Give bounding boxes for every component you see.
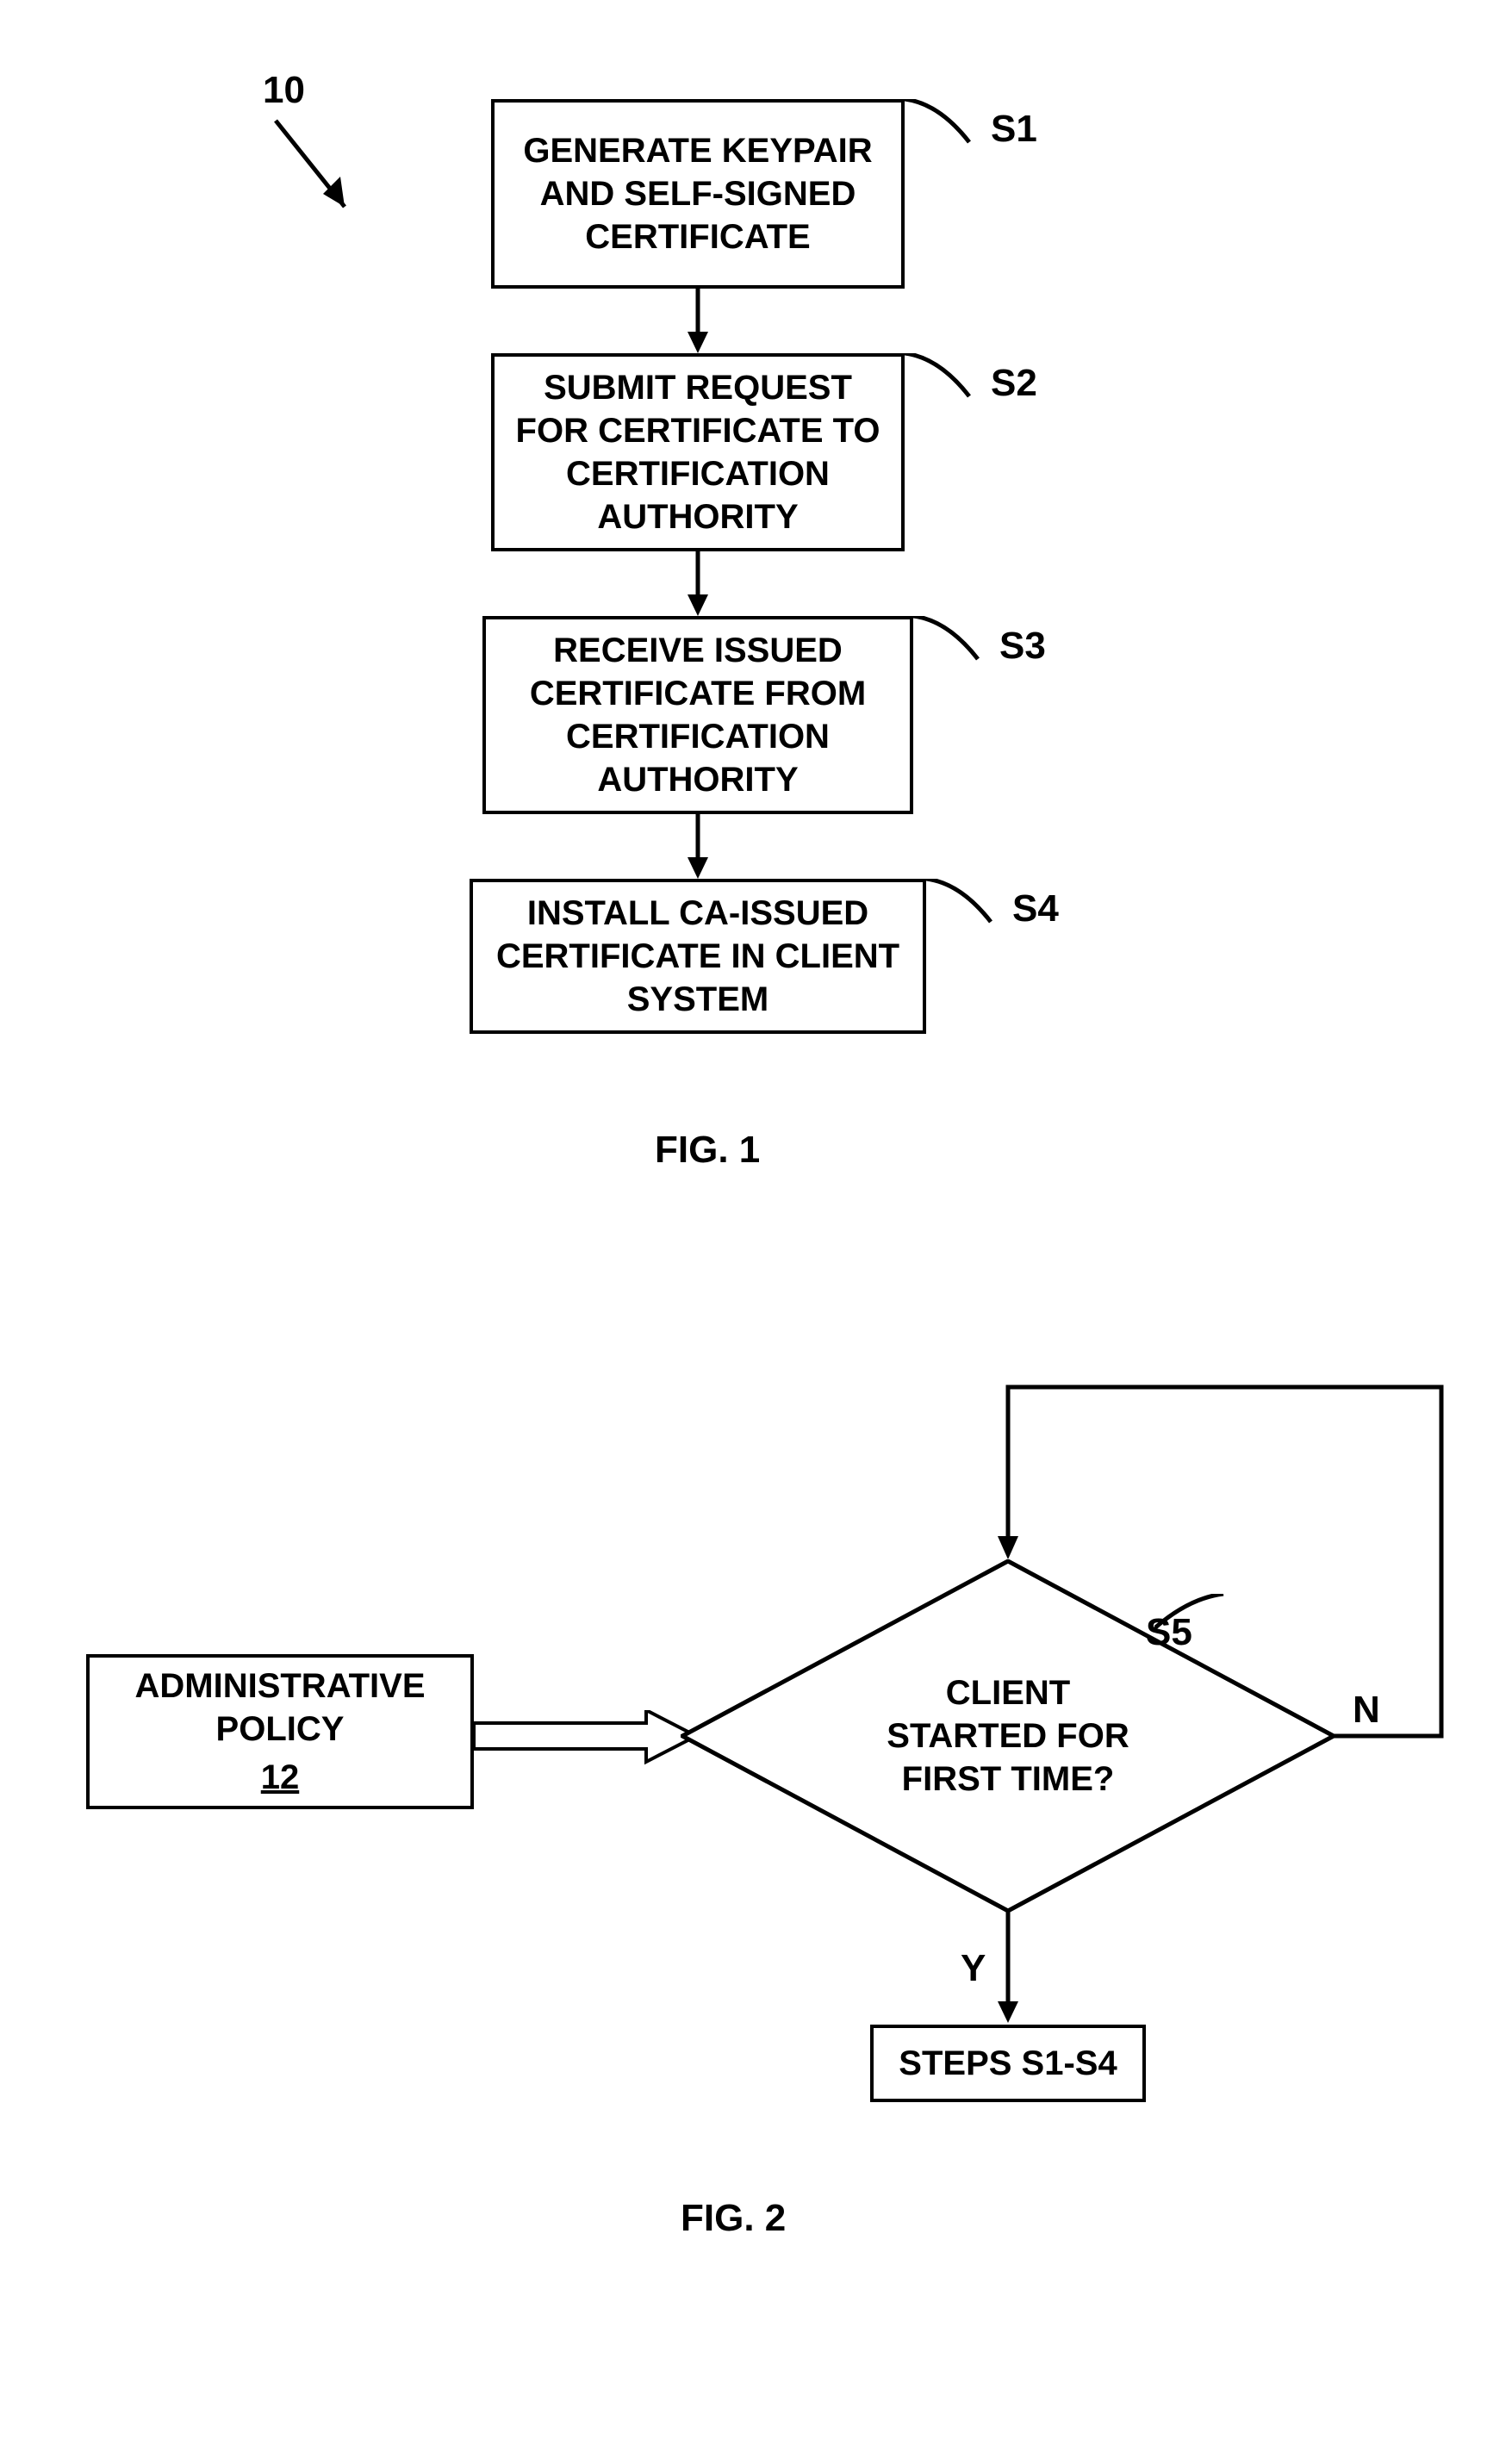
ref-number-10: 10: [263, 69, 305, 112]
steps-s1-s4-text: STEPS S1-S4: [899, 2042, 1117, 2085]
fig2-caption: FIG. 2: [681, 2197, 786, 2240]
step-s3-box: RECEIVE ISSUED CERTIFICATE FROM CERTIFIC…: [482, 616, 913, 814]
step-s2-box: SUBMIT REQUEST FOR CERTIFICATE TO CERTIF…: [491, 353, 905, 551]
step-s3-text: RECEIVE ISSUED CERTIFICATE FROM CERTIFIC…: [503, 629, 893, 801]
fig1-caption: FIG. 1: [655, 1129, 760, 1172]
step-s4-text: INSTALL CA-ISSUED CERTIFICATE IN CLIENT …: [490, 892, 905, 1021]
decision-yes-label: Y: [961, 1947, 986, 1990]
step-s1-box: GENERATE KEYPAIR AND SELF-SIGNED CERTIFI…: [491, 99, 905, 289]
s2-leader: [905, 353, 982, 405]
arrow-s3-s4: [685, 814, 711, 883]
steps-s1-s4-box: STEPS S1-S4: [870, 2025, 1146, 2102]
arrow-s1-s2: [685, 289, 711, 358]
step-s2-label: S2: [991, 362, 1037, 405]
admin-policy-box: ADMINISTRATIVE POLICY 12: [86, 1654, 474, 1809]
step-s4-label: S4: [1012, 887, 1059, 930]
step-s3-label: S3: [999, 625, 1046, 668]
no-feedback-line: [995, 1383, 1452, 1740]
step-s2-text: SUBMIT REQUEST FOR CERTIFICATE TO CERTIF…: [512, 366, 884, 538]
arrow-decision-to-steps: [995, 1911, 1021, 2027]
step-s1-text: GENERATE KEYPAIR AND SELF-SIGNED CERTIFI…: [512, 129, 884, 258]
admin-policy-ref: 12: [261, 1756, 300, 1799]
step-s1-label: S1: [991, 108, 1037, 151]
admin-policy-text: ADMINISTRATIVE POLICY: [107, 1664, 453, 1751]
s1-leader: [905, 99, 982, 151]
s4-leader: [926, 879, 1004, 930]
arrow-s2-s3: [685, 551, 711, 620]
admin-to-decision-arrow: [474, 1710, 698, 1770]
ref-arrow-10: [267, 112, 370, 233]
step-s4-box: INSTALL CA-ISSUED CERTIFICATE IN CLIENT …: [470, 879, 926, 1034]
s3-leader: [913, 616, 991, 668]
